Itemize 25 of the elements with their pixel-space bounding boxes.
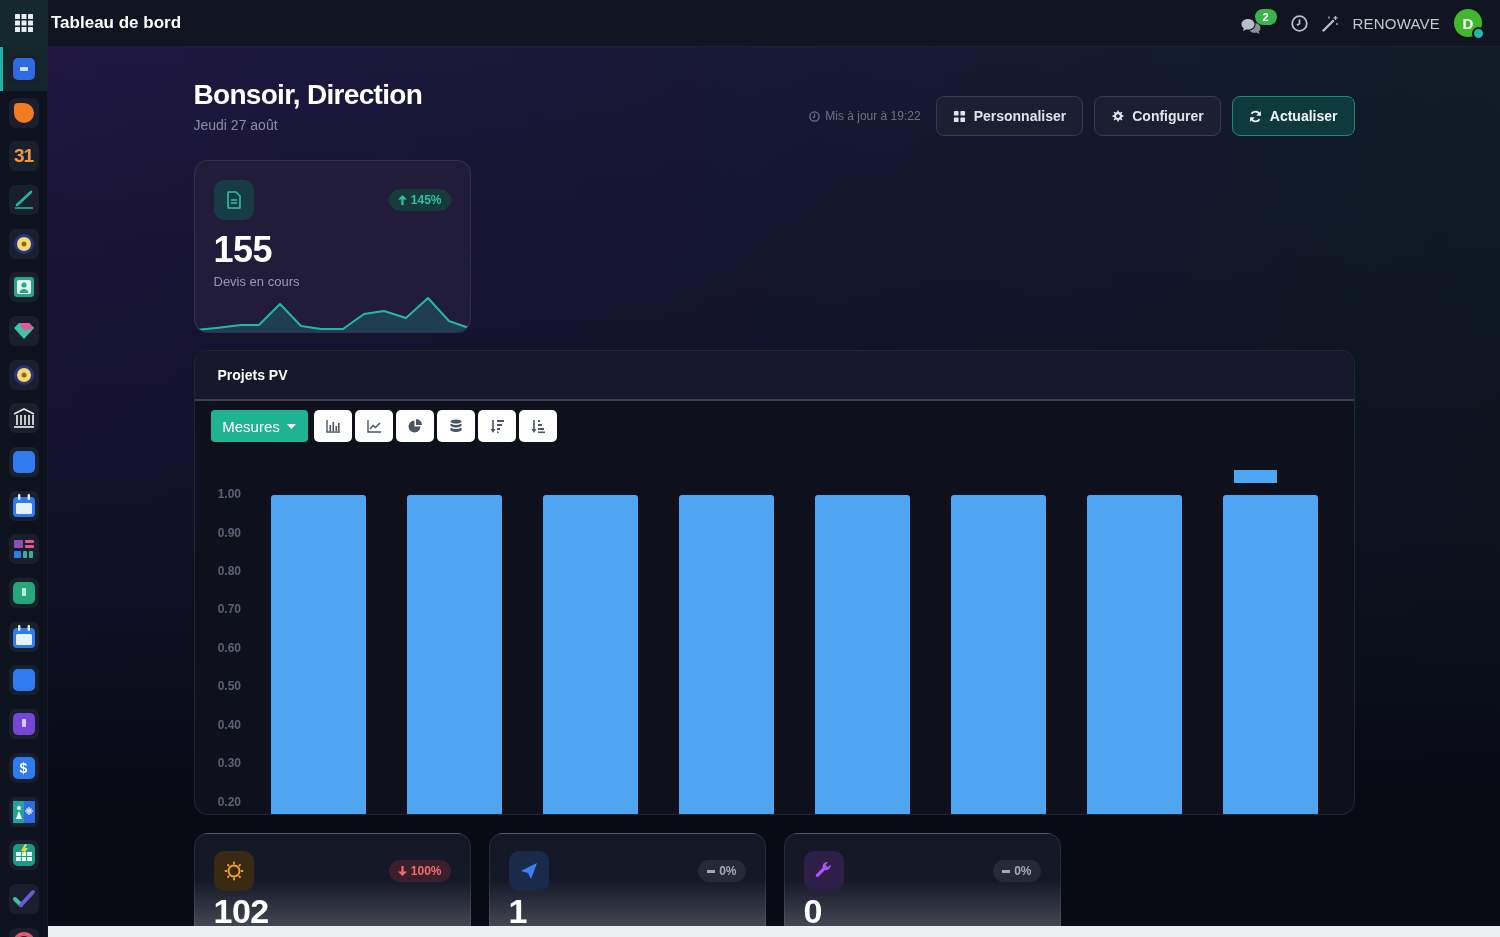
y-axis-label: 0.20: [217, 794, 241, 809]
trend-value: 0%: [719, 864, 737, 878]
last-updated-text: Mis à jour à 19:22: [825, 109, 921, 123]
y-axis-label: 0.30: [217, 756, 241, 771]
stat-value: 0: [803, 896, 823, 926]
greeting-heading: Bonsoir, Direction: [193, 78, 423, 112]
company-name: RENOWAVE: [1352, 14, 1440, 32]
trend-value: 100%: [410, 864, 442, 878]
trend-value: 0%: [1014, 864, 1032, 878]
y-axis-label: 0.80: [217, 564, 241, 579]
y-axis-label: 0.60: [217, 640, 241, 655]
stat-value: 102: [213, 896, 270, 926]
y-axis-label: 0.70: [217, 602, 241, 617]
stat-value: 1: [508, 896, 528, 926]
y-axis-label: 0.90: [217, 525, 241, 540]
stat-label: Devis en cours: [213, 274, 301, 290]
y-axis-label: 0.40: [217, 717, 241, 732]
y-axis-label: 1.00: [217, 487, 241, 502]
panel-title: Projets PV: [217, 367, 288, 383]
notification-badge: 2: [1254, 9, 1277, 25]
y-axis-label: 0.50: [217, 679, 241, 694]
page-title: Tableau de bord: [51, 13, 182, 33]
date-text: Jeudi 27 août: [193, 116, 279, 134]
stat-value: 155: [213, 230, 274, 270]
trend-value: 145%: [410, 193, 442, 207]
